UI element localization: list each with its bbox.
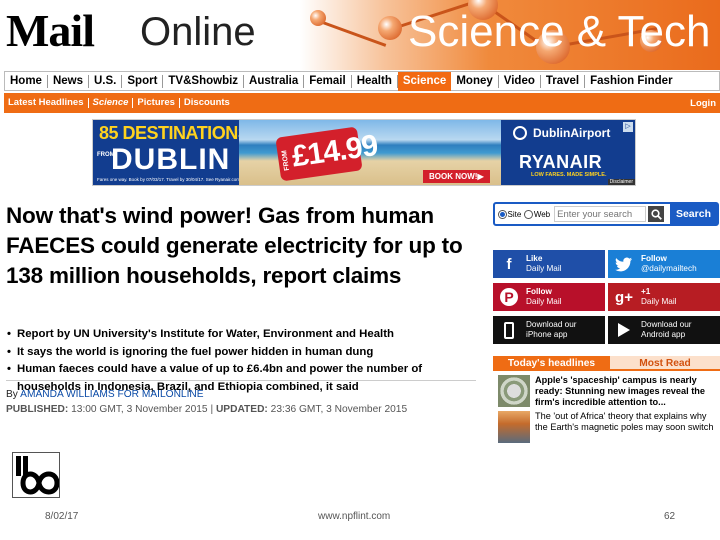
gp-top: +1 (641, 287, 651, 296)
subnav-science[interactable]: Science (89, 98, 134, 108)
nav-home[interactable]: Home (5, 74, 48, 88)
story-title[interactable]: Apple's 'spaceship' campus is nearly rea… (535, 375, 720, 408)
list-item[interactable]: The 'out of Africa' theory that explains… (498, 411, 720, 443)
iphone-icon (498, 319, 520, 341)
nav-video[interactable]: Video (499, 74, 541, 88)
updated-date: 23:36 GMT, 3 November 2015 (270, 404, 408, 415)
nav-sport[interactable]: Sport (122, 74, 164, 88)
npflint-logo (12, 452, 60, 498)
google-play-icon (613, 319, 635, 341)
login-link[interactable]: Login (690, 98, 720, 109)
ad-right-panel: DublinAirport RYANAIR LOW FARES. MADE SI… (501, 120, 635, 185)
dublin-airport-icon (513, 126, 527, 140)
nav-australia[interactable]: Australia (244, 74, 305, 88)
search-bar: Site Web Search (493, 202, 719, 226)
site-radio-label: Site (507, 209, 522, 219)
tw-bottom: @dailymailtech (641, 264, 697, 273)
web-radio[interactable] (524, 209, 533, 219)
online-logo[interactable]: Online (140, 10, 256, 54)
nav-travel[interactable]: Travel (541, 74, 586, 88)
headlines-tabs: Today's headlines Most Read (493, 356, 720, 371)
section-title: Science & Tech (408, 7, 711, 56)
ad-airport: DublinAirport (533, 126, 611, 140)
updated-label: UPDATED: (215, 404, 268, 415)
subnav-pictures[interactable]: Pictures (133, 98, 180, 108)
iphone-app-button[interactable]: Download our iPhone app (493, 316, 605, 344)
andr-bottom: Android app (641, 330, 686, 339)
ios-bottom: iPhone app (526, 330, 568, 339)
tw-top: Follow (641, 254, 667, 263)
slide-date: 8/02/17 (45, 511, 79, 522)
twitter-follow-button[interactable]: Follow @dailymailtech (608, 250, 720, 278)
nav-money[interactable]: Money (451, 74, 499, 88)
article-summary-list: Report by UN University's Institute for … (6, 326, 476, 396)
ad-left-panel: 85 DESTINATIONS FROM DUBLIN Fares one wa… (93, 120, 250, 185)
slide-page-number: 62 (664, 511, 676, 522)
article-headline: Now that's wind power! Gas from human FA… (6, 203, 463, 288)
pinterest-icon: P (498, 286, 520, 308)
nav-fashion-finder[interactable]: Fashion Finder (585, 75, 677, 88)
ad-tag-from: FROM (281, 149, 291, 172)
subnav-discounts[interactable]: Discounts (180, 98, 234, 108)
ios-top: Download our (526, 320, 577, 329)
android-app-button[interactable]: Download our Android app (608, 316, 720, 344)
pin-top: Follow (526, 287, 552, 296)
byline-divider (6, 380, 476, 381)
nav-news[interactable]: News (48, 74, 89, 88)
ad-airline: RYANAIR (519, 152, 603, 172)
ad-city: DUBLIN (111, 143, 231, 176)
publish-dates: PUBLISHED: 13:00 GMT, 3 November 2015 | … (6, 404, 407, 415)
nav-us[interactable]: U.S. (89, 74, 123, 88)
list-item[interactable]: Apple's 'spaceship' campus is nearly rea… (498, 375, 720, 408)
masthead: Mail Online Science & Tech (0, 0, 720, 70)
adchoices-icon[interactable]: ▷ (623, 122, 633, 132)
ryanair-ad-banner[interactable]: 85 DESTINATIONS FROM DUBLIN Fares one wa… (92, 119, 636, 186)
mail-logo[interactable]: Mail (6, 6, 95, 56)
nav-tvshowbiz[interactable]: TV&Showbiz (163, 74, 245, 88)
subnav-latest-headlines[interactable]: Latest Headlines (4, 98, 89, 108)
byline-by: By (6, 389, 18, 400)
pin-bottom: Daily Mail (526, 297, 562, 306)
tab-todays-headlines[interactable]: Today's headlines (493, 356, 610, 369)
facebook-icon: f (506, 255, 512, 273)
search-button[interactable]: Search (669, 203, 717, 225)
slide-url: www.npflint.com (318, 511, 391, 522)
author-link[interactable]: AMANDA WILLIAMS FOR MAILONLINE (20, 389, 203, 400)
story-thumbnail (498, 375, 530, 407)
nav-femail[interactable]: Femail (304, 74, 352, 88)
nav-health[interactable]: Health (352, 74, 398, 88)
published-date: 13:00 GMT, 3 November 2015 (71, 404, 208, 415)
sub-nav: Latest Headlines Science Pictures Discou… (4, 93, 720, 113)
ad-from-label: FROM (97, 152, 115, 158)
ad-disclaimer[interactable]: Disclaimer (607, 179, 635, 185)
story-title[interactable]: The 'out of Africa' theory that explains… (535, 411, 720, 443)
fb-top: Like (526, 254, 543, 263)
search-icon[interactable] (648, 206, 664, 222)
ad-fine-print: Fares one way. Book by 07/03/17. Travel … (97, 177, 240, 182)
summary-bullet: Report by UN University's Institute for … (6, 326, 476, 344)
nav-science[interactable]: Science (397, 71, 452, 91)
main-nav: Home News U.S. Sport TV&Showbiz Australi… (4, 71, 720, 91)
google-plus-icon: g+ (615, 288, 633, 306)
search-input[interactable] (554, 206, 647, 222)
pinterest-follow-button[interactable]: P Follow Daily Mail (493, 283, 605, 311)
ad-destinations: 85 DESTINATIONS (99, 123, 250, 143)
web-radio-label: Web (533, 209, 551, 219)
fb-bottom: Daily Mail (526, 264, 562, 273)
andr-top: Download our (641, 320, 692, 329)
twitter-icon (613, 253, 635, 275)
google-plus-button[interactable]: g+ +1 Daily Mail (608, 283, 720, 311)
site-radio[interactable] (498, 209, 507, 219)
ad-slogan: LOW FARES. MADE SIMPLE. (531, 172, 607, 178)
date-separator: | (210, 404, 214, 415)
ad-book-now-button[interactable]: BOOK NOW!▶ (423, 170, 490, 183)
facebook-like-button[interactable]: f Like Daily Mail (493, 250, 605, 278)
story-thumbnail (498, 411, 530, 443)
summary-bullet: It says the world is ignoring the fuel p… (6, 344, 476, 362)
gp-bottom: Daily Mail (641, 297, 677, 306)
published-label: PUBLISHED: (6, 404, 69, 415)
tab-most-read[interactable]: Most Read (610, 356, 720, 369)
byline: By AMANDA WILLIAMS FOR MAILONLINE (6, 389, 204, 400)
